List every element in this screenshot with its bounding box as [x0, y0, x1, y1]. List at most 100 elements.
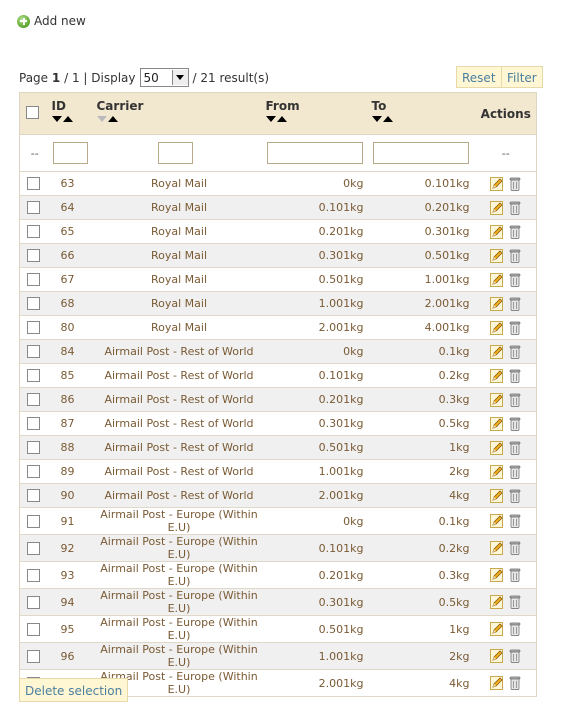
- table-row[interactable]: 95 Airmail Post - Europe (Within E.U) 0.50…: [19, 615, 537, 643]
- sort-asc-icon[interactable]: [382, 116, 393, 122]
- pencil-icon[interactable]: [489, 224, 504, 239]
- trash-icon[interactable]: [509, 489, 521, 503]
- table-row[interactable]: 96 Airmail Post - Europe (Within E.U) 1.00…: [19, 642, 537, 670]
- trash-icon[interactable]: [509, 249, 521, 263]
- sort-desc-icon[interactable]: [51, 116, 62, 122]
- from-filter-input[interactable]: [266, 142, 363, 164]
- trash-icon[interactable]: [509, 345, 521, 359]
- pencil-icon[interactable]: [489, 320, 504, 335]
- pencil-icon[interactable]: [489, 595, 504, 609]
- pencil-icon[interactable]: [489, 541, 504, 555]
- row-checkbox[interactable]: [27, 568, 40, 582]
- table-row[interactable]: 67 Royal Mail 0.501kg 1.001kg: [19, 267, 537, 292]
- table-row[interactable]: 68 Royal Mail 1.001kg 2.001kg: [19, 291, 537, 316]
- id-filter-input[interactable]: [52, 142, 88, 164]
- row-checkbox[interactable]: [27, 177, 40, 190]
- trash-icon[interactable]: [509, 622, 521, 636]
- sort-asc-icon[interactable]: [62, 116, 73, 122]
- pencil-icon[interactable]: [489, 200, 504, 215]
- trash-icon[interactable]: [509, 649, 521, 663]
- pencil-icon[interactable]: [489, 296, 504, 311]
- select-all-checkbox[interactable]: [26, 106, 39, 119]
- trash-icon[interactable]: [509, 441, 521, 455]
- table-row[interactable]: 94 Airmail Post - Europe (Within E.U) 0.30…: [19, 588, 537, 616]
- table-row[interactable]: 85 Airmail Post - Rest of World 0.101kg 0.2…: [19, 363, 537, 388]
- row-checkbox[interactable]: [27, 417, 40, 430]
- table-row[interactable]: 91 Airmail Post - Europe (Within E.U) 0kg 0…: [19, 507, 537, 535]
- chevron-down-icon[interactable]: [171, 70, 188, 85]
- table-row[interactable]: 87 Airmail Post - Rest of World 0.301kg 0.5…: [19, 411, 537, 436]
- filter-button[interactable]: Filter: [501, 66, 543, 88]
- row-checkbox[interactable]: [27, 465, 40, 478]
- trash-icon[interactable]: [509, 201, 521, 215]
- sort-asc-icon[interactable]: [276, 116, 287, 122]
- table-row[interactable]: 63 Royal Mail 0kg 0.101kg: [19, 171, 537, 196]
- sort-desc-icon[interactable]: [96, 116, 107, 122]
- trash-icon[interactable]: [509, 417, 521, 431]
- sort-desc-icon[interactable]: [371, 116, 382, 122]
- row-checkbox[interactable]: [27, 489, 40, 502]
- trash-icon[interactable]: [509, 541, 521, 555]
- delete-selection-button[interactable]: Delete selection: [19, 678, 129, 702]
- row-checkbox[interactable]: [27, 273, 40, 286]
- trash-icon[interactable]: [509, 568, 521, 582]
- row-checkbox[interactable]: [27, 201, 40, 214]
- pencil-icon[interactable]: [489, 622, 504, 636]
- carrier-filter-input[interactable]: [157, 142, 193, 164]
- sort-asc-icon[interactable]: [107, 116, 118, 122]
- trash-icon[interactable]: [509, 393, 521, 407]
- pencil-icon[interactable]: [489, 464, 504, 479]
- reset-button[interactable]: Reset: [456, 66, 502, 88]
- pencil-icon[interactable]: [489, 416, 504, 431]
- trash-icon[interactable]: [509, 273, 521, 287]
- trash-icon[interactable]: [509, 465, 521, 479]
- row-checkbox[interactable]: [27, 249, 40, 262]
- row-checkbox[interactable]: [27, 297, 40, 310]
- row-checkbox[interactable]: [27, 321, 40, 334]
- table-row[interactable]: 90 Airmail Post - Rest of World 2.001kg 4kg: [19, 483, 537, 508]
- trash-icon[interactable]: [509, 676, 521, 690]
- pencil-icon[interactable]: [489, 368, 504, 383]
- trash-icon[interactable]: [509, 225, 521, 239]
- pencil-icon[interactable]: [489, 392, 504, 407]
- row-checkbox[interactable]: [27, 441, 40, 454]
- row-checkbox[interactable]: [27, 345, 40, 358]
- pencil-icon[interactable]: [489, 344, 504, 359]
- row-checkbox[interactable]: [27, 595, 40, 609]
- pencil-icon[interactable]: [489, 248, 504, 263]
- trash-icon[interactable]: [509, 514, 521, 528]
- display-count-select[interactable]: 50: [139, 68, 189, 87]
- sort-desc-icon[interactable]: [265, 116, 276, 122]
- row-checkbox[interactable]: [27, 622, 40, 636]
- trash-icon[interactable]: [509, 297, 521, 311]
- trash-icon[interactable]: [509, 177, 521, 191]
- trash-icon[interactable]: [509, 595, 521, 609]
- table-row[interactable]: 93 Airmail Post - Europe (Within E.U) 0.20…: [19, 561, 537, 589]
- table-row[interactable]: 64 Royal Mail 0.101kg 0.201kg: [19, 195, 537, 220]
- table-row[interactable]: 86 Airmail Post - Rest of World 0.201kg 0.3…: [19, 387, 537, 412]
- trash-icon[interactable]: [509, 369, 521, 383]
- table-row[interactable]: 66 Royal Mail 0.301kg 0.501kg: [19, 243, 537, 268]
- table-row[interactable]: 65 Royal Mail 0.201kg 0.301kg: [19, 219, 537, 244]
- pencil-icon[interactable]: [489, 568, 504, 582]
- to-filter-input[interactable]: [372, 142, 469, 164]
- table-row[interactable]: 92 Airmail Post - Europe (Within E.U) 0.10…: [19, 534, 537, 562]
- pencil-icon[interactable]: [489, 514, 504, 528]
- row-checkbox[interactable]: [27, 649, 40, 663]
- pencil-icon[interactable]: [489, 176, 504, 191]
- pencil-icon[interactable]: [489, 676, 504, 690]
- row-checkbox[interactable]: [27, 541, 40, 555]
- pencil-icon[interactable]: [489, 440, 504, 455]
- row-checkbox[interactable]: [27, 514, 40, 528]
- trash-icon[interactable]: [509, 321, 521, 335]
- table-row[interactable]: 88 Airmail Post - Rest of World 0.501kg 1kg: [19, 435, 537, 460]
- table-row[interactable]: 89 Airmail Post - Rest of World 1.001kg 2kg: [19, 459, 537, 484]
- row-checkbox[interactable]: [27, 225, 40, 238]
- row-checkbox[interactable]: [27, 369, 40, 382]
- table-row[interactable]: 80 Royal Mail 2.001kg 4.001kg: [19, 315, 537, 340]
- add-new-link[interactable]: Add new: [17, 14, 86, 28]
- row-checkbox[interactable]: [27, 393, 40, 406]
- pencil-icon[interactable]: [489, 488, 504, 503]
- pencil-icon[interactable]: [489, 649, 504, 663]
- pencil-icon[interactable]: [489, 272, 504, 287]
